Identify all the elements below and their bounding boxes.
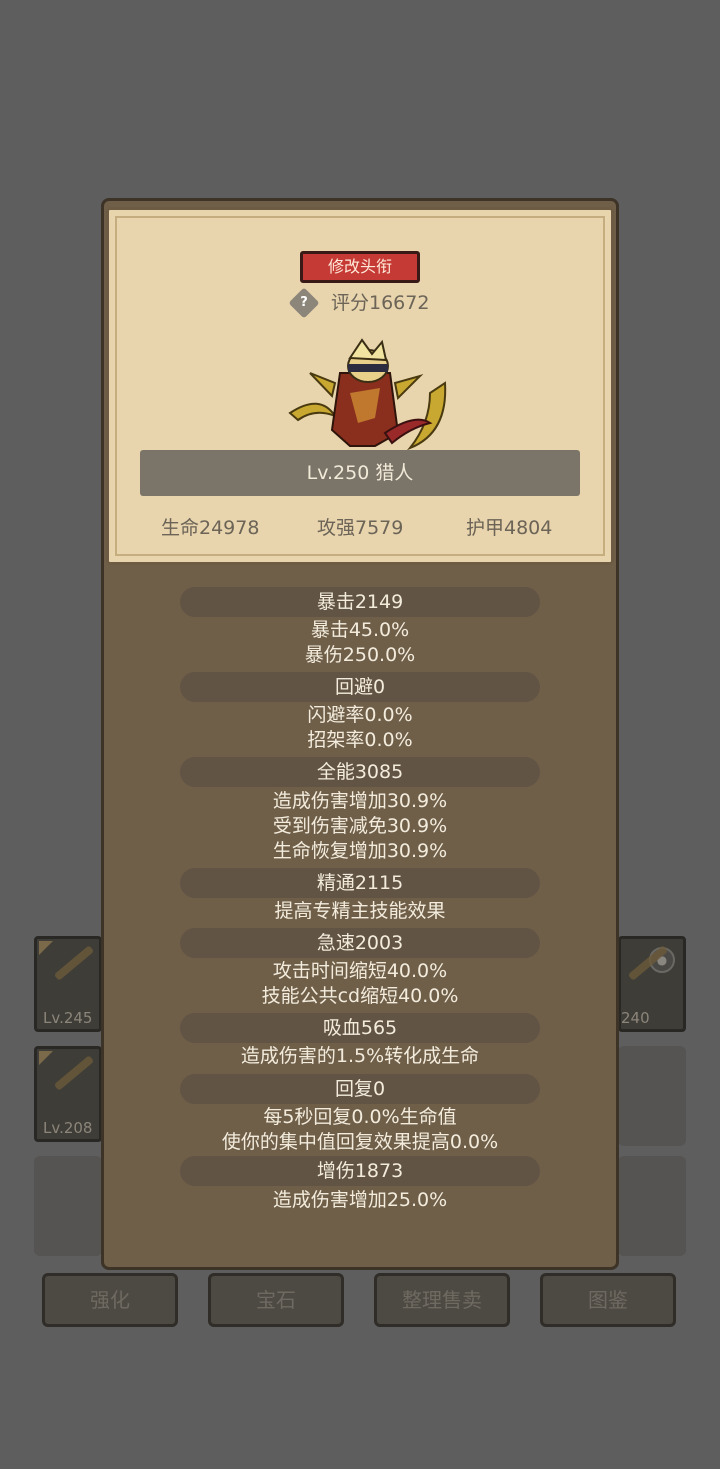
slot-level: 240 <box>621 1009 650 1027</box>
slot-corner <box>39 1051 53 1065</box>
spike-left <box>309 372 337 399</box>
enhance-button[interactable]: 强化 <box>42 1273 178 1327</box>
slot-corner <box>39 941 53 955</box>
lifesteal-header: 吸血565 <box>180 1013 540 1043</box>
dodge-header: 回避0 <box>180 672 540 702</box>
damage-bonus-header: 增伤1873 <box>180 1156 540 1186</box>
armor-stat: 护甲4804 <box>466 517 553 539</box>
blindfold <box>348 364 388 372</box>
codex-button[interactable]: 图鉴 <box>540 1273 676 1327</box>
regen-header: 回复0 <box>180 1074 540 1104</box>
rename-title-button[interactable]: 修改头衔 <box>300 251 420 283</box>
background-slot-3: ● 240 <box>618 936 686 1032</box>
versatility-header: 全能3085 <box>180 757 540 787</box>
attribute-line: 造成伤害增加30.9% <box>272 790 448 812</box>
score-label: 评分16672 <box>331 292 430 314</box>
weapon-icon <box>53 1055 95 1091</box>
attribute-line: 暴击45.0% <box>310 619 410 641</box>
claw-right <box>406 381 447 451</box>
background-empty-row <box>618 1046 686 1146</box>
question-diamond-icon[interactable]: ? <box>288 287 320 319</box>
attribute-line: 生命恢复增加30.9% <box>272 840 448 862</box>
attribute-line: 使你的集中值回复效果提高0.0% <box>221 1131 499 1153</box>
background-slot-1: Lv.245 <box>34 936 102 1032</box>
attribute-line: 造成伤害的1.5%转化成生命 <box>240 1045 480 1067</box>
character-name-level: Lv.250 猎人 <box>140 450 580 496</box>
attribute-line: 攻击时间缩短40.0% <box>272 960 448 982</box>
background-panel-right <box>618 1156 686 1256</box>
crit-header: 暴击2149 <box>180 587 540 617</box>
slot-level: Lv.245 <box>43 1009 93 1027</box>
haste-header: 急速2003 <box>180 928 540 958</box>
gem-button[interactable]: 宝石 <box>208 1273 344 1327</box>
attribute-line: 技能公共cd缩短40.0% <box>261 985 459 1007</box>
sort-sell-button[interactable]: 整理售卖 <box>374 1273 510 1327</box>
attribute-line: 造成伤害增加25.0% <box>272 1189 448 1211</box>
attack-stat: 攻强7579 <box>317 517 404 539</box>
hair <box>348 338 388 362</box>
attribute-line: 提高专精主技能效果 <box>274 900 446 922</box>
mastery-header: 精通2115 <box>180 868 540 898</box>
hunter-character-sprite <box>288 338 447 451</box>
hp-stat: 生命24978 <box>161 517 260 539</box>
background-slot-2: Lv.208 <box>34 1046 102 1142</box>
attribute-line: 招架率0.0% <box>307 729 413 751</box>
slot-level: Lv.208 <box>43 1119 93 1137</box>
weapon-icon <box>53 945 95 981</box>
attribute-line: 闪避率0.0% <box>307 704 413 726</box>
attribute-line: 暴伤250.0% <box>304 644 416 666</box>
background-panel-left <box>34 1156 102 1256</box>
attribute-line: 受到伤害减免30.9% <box>272 815 448 837</box>
attribute-line: 每5秒回复0.0%生命值 <box>263 1106 457 1128</box>
spike-right <box>393 374 424 401</box>
claw-left <box>288 402 338 422</box>
